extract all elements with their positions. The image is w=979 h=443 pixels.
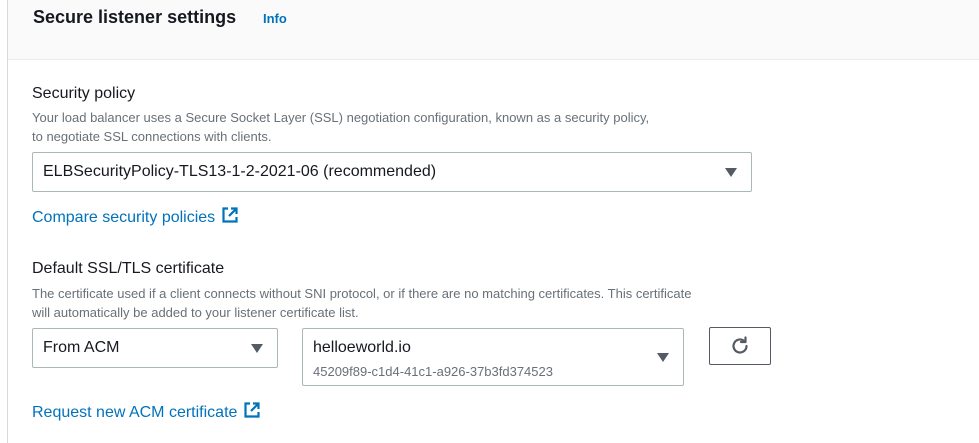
certificate-label: Default SSL/TLS certificate <box>32 260 225 277</box>
security-policy-select[interactable]: ELBSecurityPolicy-TLS13-1-2-2021-06 (rec… <box>32 152 752 192</box>
refresh-certificates-button[interactable] <box>709 327 771 365</box>
refresh-icon <box>732 336 748 354</box>
certificate-id: 45209f89-c1d4-41c1-a926-37b3fd374523 <box>313 364 553 379</box>
compare-security-policies-label: Compare security policies <box>32 209 216 226</box>
request-acm-certificate-link[interactable]: Request new ACM certificate <box>32 401 261 424</box>
info-link[interactable]: Info <box>263 11 287 26</box>
certificate-select[interactable]: helloeworld.io 45209f89-c1d4-41c1-a926-3… <box>302 328 684 386</box>
panel-header: Secure listener settings Info <box>8 0 979 60</box>
certificate-name: helloeworld.io <box>313 339 411 356</box>
certificate-source-select[interactable]: From ACM <box>32 328 278 368</box>
security-policy-description: Your load balancer uses a Secure Socket … <box>32 108 649 146</box>
security-policy-description-line1: Your load balancer uses a Secure Socket … <box>32 110 650 125</box>
compare-security-policies-link[interactable]: Compare security policies <box>32 206 239 229</box>
external-link-icon <box>221 206 239 229</box>
caret-down-icon <box>251 344 263 353</box>
caret-down-icon <box>725 168 737 177</box>
request-acm-certificate-label: Request new ACM certificate <box>32 404 238 421</box>
security-policy-label: Security policy <box>32 85 136 102</box>
security-policy-value: ELBSecurityPolicy-TLS13-1-2-2021-06 (rec… <box>43 163 437 180</box>
external-link-icon <box>243 401 261 424</box>
certificate-description: The certificate used if a client connect… <box>32 284 691 322</box>
security-policy-description-line2: to negotiate SSL connections with client… <box>32 129 272 144</box>
certificate-description-line2: will automatically be added to your list… <box>32 305 359 320</box>
panel-title: Secure listener settings <box>33 7 237 27</box>
caret-down-icon <box>657 353 669 362</box>
certificate-source-value: From ACM <box>43 339 120 356</box>
certificate-description-line1: The certificate used if a client connect… <box>32 286 692 301</box>
